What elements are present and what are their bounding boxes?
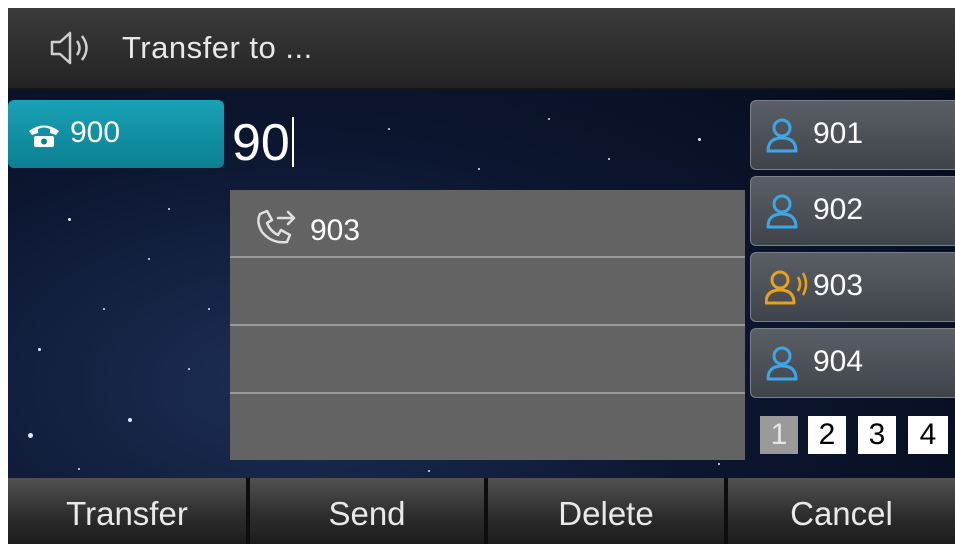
send-softkey[interactable]: Send — [250, 478, 484, 544]
contact-key-903[interactable]: 903 — [750, 252, 955, 322]
screen-title: Transfer to ... — [122, 30, 313, 65]
contact-name: 903 — [813, 269, 864, 302]
suggestion-label: 903 — [310, 214, 361, 247]
cancel-softkey[interactable]: Cancel — [728, 478, 955, 544]
dial-number-value: 90 — [232, 114, 290, 172]
contact-name: 901 — [813, 117, 864, 150]
phone-icon — [26, 120, 62, 155]
contact-icon — [765, 191, 805, 236]
delete-softkey[interactable]: Delete — [488, 478, 724, 544]
speaker-icon — [48, 28, 98, 73]
contact-icon — [765, 343, 805, 388]
page-4-button[interactable]: 4 — [908, 416, 948, 454]
suggestion-item[interactable] — [230, 394, 745, 460]
page-1-button[interactable]: 1 — [760, 416, 798, 454]
suggestion-item[interactable] — [230, 258, 745, 326]
contact-key-904[interactable]: 904 — [750, 328, 955, 398]
call-forward-icon — [252, 206, 302, 251]
suggestion-item[interactable] — [230, 326, 745, 394]
contact-key-901[interactable]: 901 — [750, 100, 955, 170]
suggestion-list: 903 — [230, 190, 745, 460]
line-key-label: 900 — [70, 116, 121, 149]
title-bar: Transfer to ... — [8, 8, 955, 90]
page-3-button[interactable]: 3 — [858, 416, 896, 454]
contact-talking-icon — [764, 267, 813, 312]
dial-number-input[interactable]: 90 — [232, 108, 532, 178]
phone-screen: Transfer to ... 900 90 903 901 902 903 9… — [8, 8, 955, 544]
line-key-900[interactable]: 900 — [8, 100, 224, 168]
contact-key-902[interactable]: 902 — [750, 176, 955, 246]
page-2-button[interactable]: 2 — [808, 416, 846, 454]
contact-name: 904 — [813, 345, 864, 378]
softkey-bar: Transfer Send Delete Cancel — [8, 478, 955, 544]
text-cursor — [291, 117, 294, 168]
contact-name: 902 — [813, 193, 864, 226]
suggestion-item[interactable]: 903 — [230, 190, 745, 258]
contact-icon — [765, 115, 805, 160]
transfer-softkey[interactable]: Transfer — [8, 478, 246, 544]
